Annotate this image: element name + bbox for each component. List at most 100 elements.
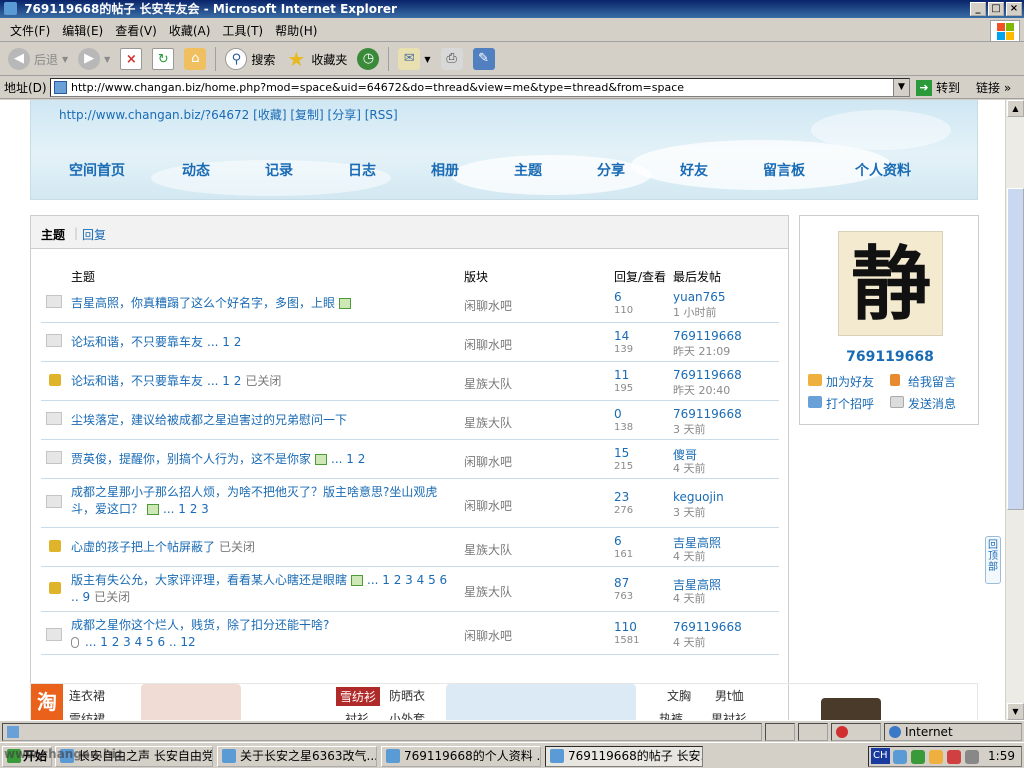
forum-link[interactable]: 星族大队 bbox=[464, 583, 512, 600]
taskbar-item[interactable]: 关于长安之星6363改气... bbox=[217, 746, 377, 767]
edit-button[interactable]: ✎ bbox=[469, 46, 499, 72]
reply-count[interactable]: 15 bbox=[614, 446, 629, 460]
menu-tools[interactable]: 工具(T) bbox=[216, 22, 269, 39]
forward-button[interactable]: ▶ ▼ bbox=[74, 46, 114, 72]
thread-title-link[interactable]: 成都之星你这个烂人，贱货，除了扣分还能干啥? bbox=[71, 618, 329, 632]
home-button[interactable]: ⌂ bbox=[180, 46, 210, 72]
forum-link[interactable]: 星族大队 bbox=[464, 375, 512, 392]
last-poster-link[interactable]: 769119668 bbox=[673, 407, 742, 421]
menu-help[interactable]: 帮助(H) bbox=[269, 22, 323, 39]
forward-dropdown-icon[interactable]: ▼ bbox=[104, 55, 110, 64]
menu-file[interactable]: 文件(F) bbox=[4, 22, 56, 39]
reply-count[interactable]: 14 bbox=[614, 329, 629, 343]
back-button[interactable]: ◀ 后退 ▼ bbox=[4, 46, 72, 72]
taobao-logo[interactable]: 淘 bbox=[31, 684, 63, 720]
ad-link[interactable]: 雪纺衫 bbox=[336, 687, 381, 706]
nav-threads[interactable]: 主题 bbox=[514, 160, 542, 180]
last-poster-link[interactable]: yuan765 bbox=[673, 290, 726, 304]
forum-link[interactable]: 闲聊水吧 bbox=[464, 453, 512, 470]
menu-view[interactable]: 查看(V) bbox=[109, 22, 163, 39]
rss-link[interactable]: [RSS] bbox=[365, 108, 398, 122]
ad-link[interactable]: 男衬衫 bbox=[711, 710, 747, 720]
tab-threads[interactable]: 主题 bbox=[41, 226, 65, 243]
nav-space-home[interactable]: 空间首页 bbox=[69, 160, 125, 180]
forum-link[interactable]: 闲聊水吧 bbox=[464, 297, 512, 314]
search-button[interactable]: ⚲ 搜索 bbox=[221, 46, 279, 72]
last-poster-link[interactable]: keguojin bbox=[673, 490, 724, 504]
thread-title-link[interactable]: 吉星高照，你真糟蹋了这么个好名字，多图，上眼 bbox=[71, 296, 335, 310]
volume-icon[interactable] bbox=[965, 750, 979, 764]
reply-count[interactable]: 11 bbox=[614, 368, 629, 382]
ad-link[interactable]: 防晒衣 bbox=[389, 687, 425, 704]
ad-image-model[interactable] bbox=[141, 684, 241, 720]
ad-link[interactable]: 男t恤 bbox=[715, 687, 744, 704]
greet-link[interactable]: 打个招呼 bbox=[808, 395, 874, 412]
last-poster-link[interactable]: 769119668 bbox=[673, 368, 742, 382]
taskbar-item[interactable]: 769119668的个人资料 ... bbox=[381, 746, 541, 767]
reply-count[interactable]: 110 bbox=[614, 620, 637, 634]
scroll-thumb[interactable] bbox=[1007, 188, 1024, 510]
nav-records[interactable]: 记录 bbox=[265, 160, 293, 180]
mail-button[interactable]: ✉ ▼ bbox=[394, 46, 434, 72]
tray-icon[interactable] bbox=[947, 750, 961, 764]
forum-link[interactable]: 星族大队 bbox=[464, 414, 512, 431]
maximize-button[interactable]: □ bbox=[988, 2, 1004, 16]
input-method-icon[interactable]: CH bbox=[871, 748, 890, 764]
last-poster-link[interactable]: 769119668 bbox=[673, 620, 742, 634]
mail-dropdown-icon[interactable]: ▼ bbox=[424, 55, 430, 64]
space-url-link[interactable]: http://www.changan.biz/?64672 bbox=[59, 108, 249, 122]
nav-share[interactable]: 分享 bbox=[597, 160, 625, 180]
ad-image-couple[interactable] bbox=[446, 684, 636, 720]
reply-count[interactable]: 0 bbox=[614, 407, 622, 421]
refresh-button[interactable]: ↻ bbox=[148, 46, 178, 72]
reply-count[interactable]: 6 bbox=[614, 534, 622, 548]
add-friend-link[interactable]: 加为好友 bbox=[808, 373, 874, 390]
thread-title-link[interactable]: 贾英俊，提醒你，别搞个人行为，这不是你家 bbox=[71, 452, 311, 466]
scroll-up-icon[interactable]: ▲ bbox=[1007, 100, 1024, 117]
copy-link[interactable]: [复制] bbox=[290, 108, 323, 122]
nav-feed[interactable]: 动态 bbox=[182, 160, 210, 180]
forum-link[interactable]: 星族大队 bbox=[464, 541, 512, 558]
back-to-top-button[interactable]: 回顶部 bbox=[985, 536, 1001, 584]
tray-icon[interactable] bbox=[893, 750, 907, 764]
page-links[interactable]: ... 1 2 bbox=[331, 452, 365, 466]
history-button[interactable]: ◷ bbox=[353, 46, 383, 72]
nav-album[interactable]: 相册 bbox=[431, 160, 459, 180]
leave-message-link[interactable]: 给我留言 bbox=[890, 373, 956, 390]
thread-title-link[interactable]: 尘埃落定，建议给被成都之星迫害过的兄弟慰问一下 bbox=[71, 413, 347, 427]
thread-title-link[interactable]: 论坛和谐，不只要靠车友 bbox=[71, 335, 203, 349]
ad-link[interactable]: 雪纺裙 bbox=[69, 710, 105, 720]
nav-friends[interactable]: 好友 bbox=[680, 160, 708, 180]
taskbar-item[interactable]: 长安自由之声 长安自由党：.. bbox=[55, 746, 213, 767]
avatar[interactable]: 静 bbox=[838, 231, 943, 336]
last-poster-link[interactable]: 769119668 bbox=[673, 329, 742, 343]
forum-link[interactable]: 闲聊水吧 bbox=[464, 336, 512, 353]
tray-icon[interactable] bbox=[911, 750, 925, 764]
forum-link[interactable]: 闲聊水吧 bbox=[464, 627, 512, 644]
go-button[interactable]: ➜ 转到 bbox=[916, 79, 960, 96]
start-button[interactable]: 开始 bbox=[2, 746, 52, 767]
print-button[interactable]: ⎙ bbox=[437, 46, 467, 72]
thread-title-link[interactable]: 论坛和谐，不只要靠车友 bbox=[71, 374, 203, 388]
nav-profile[interactable]: 个人资料 bbox=[855, 160, 911, 180]
stop-button[interactable]: × bbox=[116, 46, 146, 72]
back-dropdown-icon[interactable]: ▼ bbox=[62, 55, 68, 64]
menu-edit[interactable]: 编辑(E) bbox=[56, 22, 109, 39]
share-link[interactable]: [分享] bbox=[328, 108, 361, 122]
taskbar-item-active[interactable]: 769119668的帖子 长安... bbox=[545, 746, 703, 767]
links-button[interactable]: 链接 » bbox=[976, 79, 1011, 96]
nav-blog[interactable]: 日志 bbox=[348, 160, 376, 180]
send-message-link[interactable]: 发送消息 bbox=[890, 395, 956, 412]
thread-title-link[interactable]: 版主有失公允，大家评评理，看看某人心瞎还是眼瞎 bbox=[71, 573, 347, 587]
qq-icon[interactable] bbox=[929, 750, 943, 764]
ad-link[interactable]: 文胸 bbox=[667, 687, 691, 704]
tab-replies[interactable]: 回复 bbox=[82, 226, 106, 243]
address-input[interactable]: http://www.changan.biz/home.php?mod=spac… bbox=[50, 78, 910, 97]
page-links[interactable]: ... 1 2 3 4 5 6 .. 12 bbox=[85, 635, 196, 649]
reply-count[interactable]: 87 bbox=[614, 576, 629, 590]
thread-title-link[interactable]: 成都之星那小子那么招人烦，为啥不把他灭了？版主啥意思?坐山观虎斗，爱这口？ bbox=[71, 485, 437, 516]
scroll-down-icon[interactable]: ▼ bbox=[1007, 703, 1024, 720]
vertical-scrollbar[interactable]: ▲ ▼ bbox=[1005, 100, 1024, 720]
ad-link[interactable]: 连衣裙 bbox=[69, 687, 105, 704]
ad-link[interactable]: 热裤 bbox=[659, 710, 683, 720]
